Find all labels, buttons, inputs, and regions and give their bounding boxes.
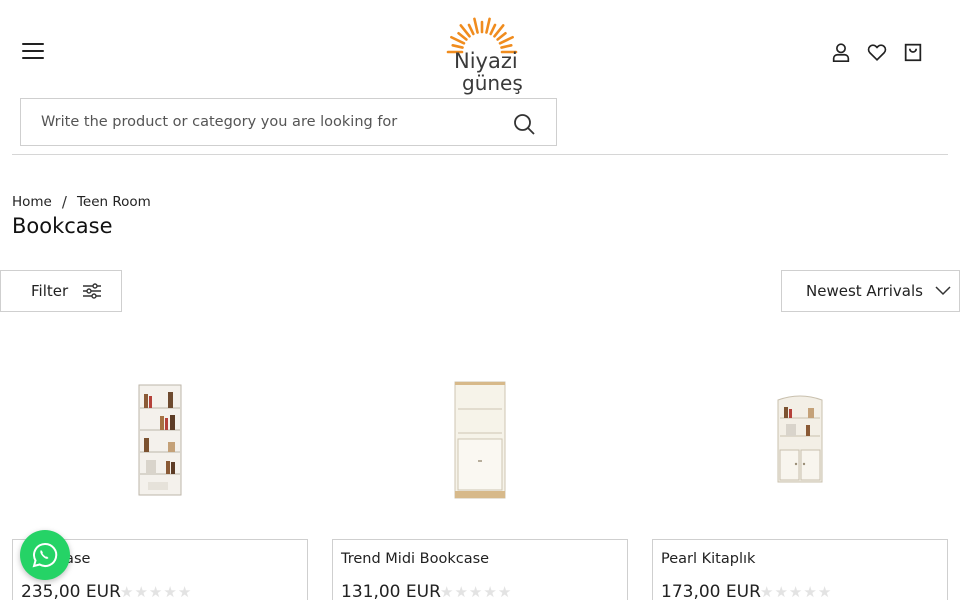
- product-card[interactable]: Pearl Kitaplık 173,00 EUR ★ ★ ★ ★ ★: [652, 340, 948, 600]
- bookcase-image: [777, 395, 823, 483]
- product-image[interactable]: [332, 340, 628, 540]
- filter-label: Filter: [31, 282, 69, 300]
- breadcrumb: Home / Teen Room: [12, 193, 151, 211]
- star-icon: ★: [148, 583, 163, 600]
- user-icon[interactable]: [830, 40, 852, 64]
- star-icon: ★: [483, 583, 497, 600]
- star-icon: ★: [803, 583, 817, 600]
- header-actions: [830, 40, 924, 64]
- star-icon: ★: [440, 583, 454, 600]
- rating-stars: ★ ★ ★ ★ ★: [440, 585, 511, 600]
- product-card[interactable]: Trend Midi Bookcase 131,00 EUR ★ ★ ★ ★ ★: [332, 340, 628, 600]
- chevron-down-icon: [935, 286, 951, 296]
- header-divider: [12, 154, 948, 155]
- bookcase-image: [138, 384, 182, 496]
- product-info: Pearl Kitaplık 173,00 EUR ★ ★ ★ ★ ★: [652, 539, 948, 600]
- shopping-bag-icon[interactable]: [902, 40, 924, 64]
- product-image[interactable]: [12, 340, 308, 540]
- search-input[interactable]: [41, 99, 501, 145]
- svg-text:güneş: güneş: [462, 71, 523, 95]
- product-image[interactable]: [652, 340, 948, 540]
- whatsapp-chat-button[interactable]: [20, 530, 70, 580]
- star-icon: ★: [760, 583, 774, 600]
- star-icon: ★: [817, 583, 832, 600]
- heart-icon[interactable]: [866, 40, 888, 64]
- star-icon: ★: [497, 583, 512, 600]
- sort-label: Newest Arrivals: [806, 282, 923, 300]
- star-icon: ★: [177, 583, 192, 600]
- product-price: 131,00 EUR: [341, 582, 441, 600]
- star-icon: ★: [134, 583, 148, 600]
- product-price: 173,00 EUR: [661, 582, 761, 600]
- breadcrumb-separator: /: [61, 193, 67, 211]
- star-icon: ★: [163, 583, 177, 600]
- hamburger-menu-icon[interactable]: [22, 43, 44, 63]
- product-name[interactable]: Pearl Kitaplık: [661, 551, 755, 567]
- star-icon: ★: [774, 583, 788, 600]
- search-icon[interactable]: [512, 112, 536, 136]
- sliders-icon: [83, 283, 102, 299]
- site-header: Niyazi güneş: [0, 0, 960, 155]
- sort-dropdown[interactable]: Newest Arrivals: [781, 270, 960, 312]
- star-icon: ★: [468, 583, 483, 600]
- bookcase-image: [454, 381, 506, 499]
- sunburst-logo-icon: Niyazi güneş: [446, 17, 523, 95]
- breadcrumb-teen-room[interactable]: Teen Room: [77, 194, 151, 210]
- rating-stars: ★ ★ ★ ★ ★: [760, 585, 831, 600]
- rating-stars: ★ ★ ★ ★ ★: [120, 585, 191, 600]
- breadcrumb-home[interactable]: Home: [12, 194, 52, 210]
- star-icon: ★: [120, 583, 134, 600]
- brand-logo[interactable]: Niyazi güneş: [432, 14, 532, 98]
- search-bar: [20, 98, 557, 146]
- star-icon: ★: [788, 583, 803, 600]
- star-icon: ★: [454, 583, 468, 600]
- product-price: 235,00 EUR: [21, 582, 121, 600]
- page-title: Bookcase: [12, 214, 113, 238]
- svg-text:Niyazi: Niyazi: [454, 49, 518, 73]
- filter-button[interactable]: Filter: [0, 270, 122, 312]
- whatsapp-icon: [32, 542, 58, 568]
- product-name[interactable]: Trend Midi Bookcase: [341, 551, 489, 567]
- product-info: Trend Midi Bookcase 131,00 EUR ★ ★ ★ ★ ★: [332, 539, 628, 600]
